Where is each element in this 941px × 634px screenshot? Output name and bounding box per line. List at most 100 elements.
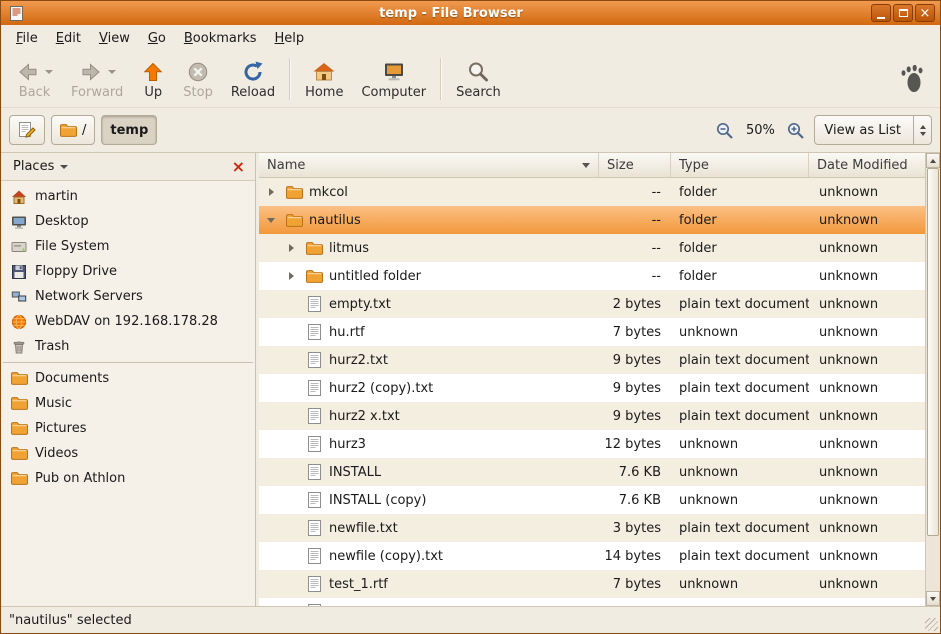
file-row-nautilus[interactable]: nautilus--folderunknown: [259, 206, 925, 234]
toolbar-button-reload[interactable]: Reload: [222, 56, 284, 102]
file-name: nautilus: [309, 213, 361, 228]
toggle-location-entry-button[interactable]: [9, 115, 45, 145]
scroll-down-button[interactable]: [926, 591, 940, 606]
path-button-root[interactable]: /: [51, 115, 95, 145]
file-row-untitled-folder[interactable]: untitled folder--folderunknown: [259, 262, 925, 290]
sidebar-item-label: Documents: [35, 371, 109, 386]
file-date-cell: unknown: [809, 493, 925, 508]
column-header-size[interactable]: Size: [599, 153, 671, 177]
path-button-current[interactable]: temp: [101, 115, 157, 145]
file-date-cell: unknown: [809, 549, 925, 564]
file-row-litmus[interactable]: litmus--folderunknown: [259, 234, 925, 262]
close-button[interactable]: ×: [915, 4, 935, 22]
folder-icon: [10, 397, 28, 410]
toolbar-button-forward[interactable]: Forward: [62, 56, 132, 102]
file-row-install-copy[interactable]: INSTALL (copy)7.6 KBunknownunknown: [259, 486, 925, 514]
text-file-icon: [305, 324, 323, 340]
file-row-test-1-rtf[interactable]: test_1.rtf7 bytesunknownunknown: [259, 570, 925, 598]
sidebar-item-pictures[interactable]: Pictures: [1, 416, 255, 441]
zoom-in-button[interactable]: [783, 121, 808, 140]
menu-edit[interactable]: Edit: [47, 28, 90, 49]
text-file-icon: [305, 436, 323, 452]
file-row-mkcol[interactable]: mkcol--folderunknown: [259, 178, 925, 206]
toolbar-button-computer[interactable]: Computer: [352, 56, 435, 102]
places-selector[interactable]: Places: [7, 157, 74, 176]
file-name: newfile.txt: [329, 521, 398, 536]
text-file-icon: [305, 464, 323, 480]
scrollbar-thumb[interactable]: [927, 168, 939, 536]
toolbar-button-stop[interactable]: Stop: [174, 56, 222, 102]
file-row-hurz2-copy-txt[interactable]: hurz2 (copy).txt9 bytesplain text docume…: [259, 374, 925, 402]
file-row-hurz2-x-txt[interactable]: hurz2 x.txt9 bytesplain text documentunk…: [259, 402, 925, 430]
menu-go[interactable]: Go: [139, 28, 175, 49]
sidebar-item-music[interactable]: Music: [1, 391, 255, 416]
file-name-cell: mkcol: [259, 185, 599, 200]
minimize-button[interactable]: [871, 4, 891, 22]
file-type-cell: unknown: [671, 437, 809, 452]
toolbar-button-search[interactable]: Search: [447, 56, 510, 102]
vertical-scrollbar[interactable]: [925, 153, 940, 606]
file-row-newfile-copy-txt[interactable]: newfile (copy).txt14 bytesplain text doc…: [259, 542, 925, 570]
folder-icon: [305, 270, 323, 283]
menu-view[interactable]: View: [90, 28, 139, 49]
sidebar-item-videos[interactable]: Videos: [1, 441, 255, 466]
sidebar-item-pub-on-athlon[interactable]: Pub on Athlon: [1, 466, 255, 491]
dropdown-arrow-icon[interactable]: [45, 70, 53, 74]
file-row-untitled-folder-2[interactable]: untitled folder (2)1.7 KBunknownunknown: [259, 598, 925, 606]
sidebar-item-floppy-drive[interactable]: Floppy Drive: [1, 259, 255, 284]
zoom-out-button[interactable]: [712, 121, 737, 140]
file-row-hurz3[interactable]: hurz312 bytesunknownunknown: [259, 430, 925, 458]
file-name: test_1.rtf: [329, 577, 388, 592]
file-row-newfile-txt[interactable]: newfile.txt3 bytesplain text documentunk…: [259, 514, 925, 542]
file-date-cell: unknown: [809, 241, 925, 256]
file-row-hurz2-txt[interactable]: hurz2.txt9 bytesplain text documentunkno…: [259, 346, 925, 374]
menu-help[interactable]: Help: [266, 28, 314, 49]
sidebar-item-desktop[interactable]: Desktop: [1, 209, 255, 234]
file-date-cell: unknown: [809, 325, 925, 340]
back-icon: [16, 58, 53, 85]
column-header-name[interactable]: Name: [259, 153, 599, 177]
file-row-empty-txt[interactable]: empty.txt2 bytesplain text documentunkno…: [259, 290, 925, 318]
text-file-icon: [305, 296, 323, 312]
sidebar-item-martin[interactable]: martin: [1, 184, 255, 209]
toolbar-button-home[interactable]: Home: [296, 56, 352, 102]
scroll-up-icon: [930, 159, 936, 163]
maximize-button[interactable]: [893, 4, 913, 22]
toolbar-button-label: Reload: [231, 85, 275, 100]
column-header-date-modified[interactable]: Date Modified: [809, 153, 925, 177]
status-bar: "nautilus" selected: [1, 606, 940, 633]
dropdown-arrow-icon[interactable]: [108, 70, 116, 74]
view-mode-steppers[interactable]: [913, 116, 931, 144]
toolbar-button-back[interactable]: Back: [7, 56, 62, 102]
expander-icon[interactable]: [285, 241, 299, 255]
file-row-install[interactable]: INSTALL7.6 KBunknownunknown: [259, 458, 925, 486]
status-text: "nautilus" selected: [9, 613, 132, 628]
titlebar[interactable]: temp - File Browser ×: [1, 1, 940, 25]
toolbar-button-up[interactable]: Up: [132, 56, 174, 102]
sidebar-item-file-system[interactable]: File System: [1, 234, 255, 259]
sidebar-item-label: Trash: [35, 339, 69, 354]
root-folder-icon: [60, 124, 77, 137]
sidebar-close-button[interactable]: ×: [228, 159, 249, 175]
expander-icon[interactable]: [285, 269, 299, 283]
desktop-icon: [10, 214, 28, 230]
menu-bookmarks[interactable]: Bookmarks: [175, 28, 266, 49]
path-root-label: /: [82, 123, 86, 138]
sidebar-item-documents[interactable]: Documents: [1, 366, 255, 391]
scrollbar-track[interactable]: [926, 168, 940, 591]
expander-icon[interactable]: [265, 213, 279, 227]
expander-icon[interactable]: [265, 185, 279, 199]
sidebar-item-trash[interactable]: Trash: [1, 334, 255, 359]
scroll-up-button[interactable]: [926, 153, 940, 168]
trash-icon: [10, 339, 28, 355]
stepper-down-icon: [920, 132, 926, 136]
menu-file[interactable]: File: [7, 28, 47, 49]
file-type-cell: plain text document: [671, 409, 809, 424]
file-row-hu-rtf[interactable]: hu.rtf7 bytesunknownunknown: [259, 318, 925, 346]
sidebar-item-network-servers[interactable]: Network Servers: [1, 284, 255, 309]
column-header-type[interactable]: Type: [671, 153, 809, 177]
sidebar-item-webdav-on-192-168-178-28[interactable]: WebDAV on 192.168.178.28: [1, 309, 255, 334]
maximize-icon: [899, 9, 908, 17]
view-mode-select[interactable]: View as List: [814, 115, 932, 145]
file-date-cell: unknown: [809, 381, 925, 396]
